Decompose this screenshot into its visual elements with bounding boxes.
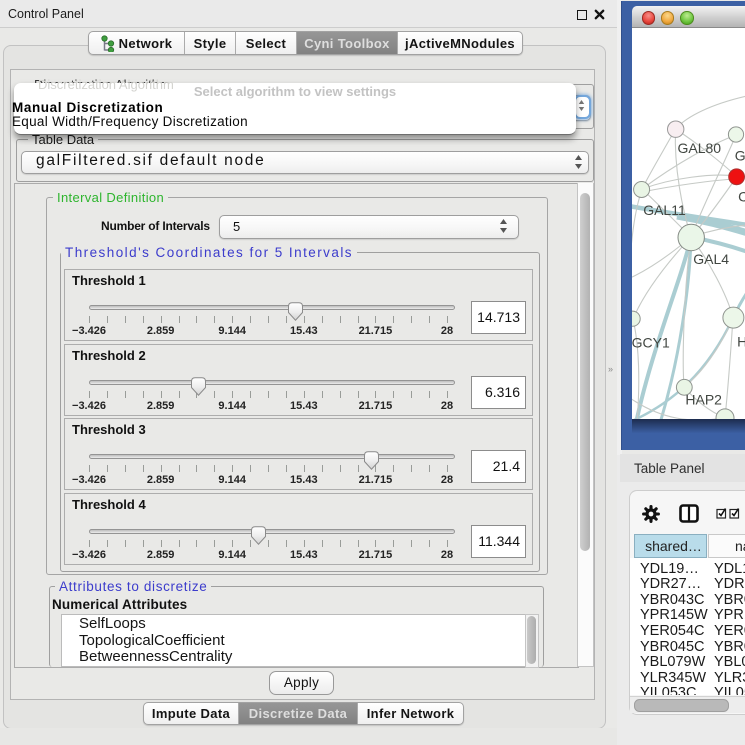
svg-text:GAL80: GAL80 xyxy=(678,140,722,156)
svg-text:GCY1: GCY1 xyxy=(632,334,670,350)
svg-text:CD: CD xyxy=(738,188,745,204)
svg-text:HIS: HIS xyxy=(737,333,745,349)
svg-text:GAL11: GAL11 xyxy=(643,201,686,217)
svg-text:HAP2: HAP2 xyxy=(685,391,722,407)
svg-text:GAL4: GAL4 xyxy=(693,250,729,266)
svg-text:GAL: GAL xyxy=(735,147,745,163)
